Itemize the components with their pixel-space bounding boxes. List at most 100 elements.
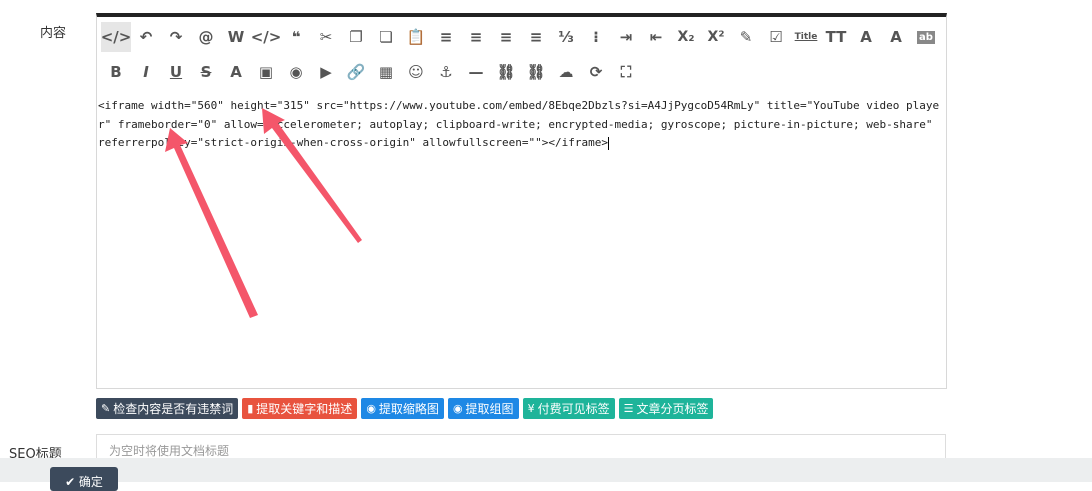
upload-cloud-button[interactable]: ☁ [551,57,581,87]
source-code-button[interactable]: </> [101,22,131,52]
font-family-button[interactable]: A [851,22,881,52]
unlink-button[interactable]: ⛓ [521,57,551,87]
align-left-icon: ≡ [439,28,453,46]
paid-visible-tag-button[interactable]: ¥ 付费可见标签 [522,398,615,419]
paste-button[interactable]: 📋 [401,22,431,52]
copy-button[interactable]: ❐ [341,22,371,52]
select-all-icon: ☑ [769,28,783,46]
font-family-icon: A [860,28,872,46]
pagination-tag-button[interactable]: ☰ 文章分页标签 [618,398,714,419]
pagination-tag-icon: ☰ [623,402,634,415]
image-icon: ▣ [258,63,274,81]
extract-gallery-icon: ◉ [452,402,463,415]
superscript-button[interactable]: X² [701,22,731,52]
mention-button[interactable]: @ [191,22,221,52]
check-banned-words-icon: ✎ [101,402,111,415]
subscript-icon: X₂ [677,29,695,45]
quote-button[interactable]: ❝ [281,22,311,52]
anchor-button[interactable]: ⚓ [431,57,461,87]
undo-button[interactable]: ↶ [131,22,161,52]
extract-keywords-button[interactable]: ▮ 提取关键字和描述 [242,398,358,419]
insert-link-icon: ⛓ [496,63,516,81]
cut-icon: ✂ [319,28,333,46]
format-painter-icon: ✎ [739,28,753,46]
table-button[interactable]: ▦ [371,57,401,87]
emoji-palette-button[interactable]: ◉ [281,57,311,87]
search-replace-icon: ⟳ [589,63,603,81]
format-painter-button[interactable]: ✎ [731,22,761,52]
title-icon: Title [794,32,818,42]
code-button[interactable]: </> [250,22,282,52]
table-icon: ▦ [378,63,394,81]
source-code-icon: </> [100,28,132,46]
editor-toolbar: </> ↶ ↷ @ W </> ❝ ✂ ❐ ❏ 📋 ≡ ≡ ≡ ≡ ⅓ ⁝ ⇥ ⇤ X₂ X² ✎ ☑ Title TT A Aab… [97,17,946,93]
editor-content-area[interactable]: <iframe width="560" height="315" src="ht… [97,97,946,388]
upload-cloud-icon: ☁ [558,63,574,81]
strikethrough-button[interactable]: S [191,57,221,87]
italic-button[interactable]: I [131,57,161,87]
paste-text-icon: ❏ [379,28,393,46]
justify-button[interactable]: ≡ [521,22,551,52]
word-paste-button[interactable]: W [221,22,251,52]
align-right-button[interactable]: ≡ [491,22,521,52]
font-color-icon: A [890,28,902,46]
unordered-list-button[interactable]: ⁝ [581,22,611,52]
bold-button[interactable]: B [101,57,131,87]
horizontal-rule-button[interactable]: — [461,57,491,87]
align-left-button[interactable]: ≡ [431,22,461,52]
emoji-palette-icon: ◉ [289,63,303,81]
underline-button[interactable]: U [161,57,191,87]
extract-thumbnail-icon: ◉ [366,402,376,415]
confirm-button[interactable]: ✔ 确定 [50,467,118,491]
mention-icon: @ [198,28,214,46]
footer-bar [0,458,1092,482]
extract-thumbnail-label: 提取缩略图 [378,402,439,416]
font-size-icon: TT [825,28,847,46]
superscript-icon: X² [707,29,725,45]
video-icon: ▶ [320,63,332,81]
undo-icon: ↶ [139,28,153,46]
video-button[interactable]: ▶ [311,57,341,87]
rich-text-editor[interactable]: </> ↶ ↷ @ W </> ❝ ✂ ❐ ❏ 📋 ≡ ≡ ≡ ≡ ⅓ ⁝ ⇥ ⇤ X₂ X² ✎ ☑ Title TT A Aab… [96,13,947,389]
extract-gallery-button[interactable]: ◉ 提取组图 [447,398,519,419]
check-banned-words-label: 检查内容是否有违禁词 [113,402,234,416]
quote-icon: ❝ [291,28,301,46]
redo-button[interactable]: ↷ [161,22,191,52]
emoticon-button[interactable]: ☺ [401,57,431,87]
cut-button[interactable]: ✂ [311,22,341,52]
background-color-icon: ab [917,30,935,44]
unordered-list-icon: ⁝ [593,28,599,46]
image-button[interactable]: ▣ [251,57,281,87]
content-label: 内容 [40,26,67,41]
paste-text-button[interactable]: ❏ [371,22,401,52]
code-icon: </> [250,28,282,46]
word-paste-icon: W [227,28,245,46]
link-button[interactable]: 🔗 [341,57,371,87]
remove-format-button[interactable]: A [221,57,251,87]
insert-link-button[interactable]: ⛓ [491,57,521,87]
check-banned-words-button[interactable]: ✎ 检查内容是否有违禁词 [96,398,239,419]
link-icon: 🔗 [346,63,366,81]
outdent-button[interactable]: ⇤ [641,22,671,52]
strikethrough-icon: S [200,63,212,81]
background-color-button[interactable]: ab [911,22,941,52]
extract-keywords-icon: ▮ [247,402,254,415]
copy-icon: ❐ [349,28,363,46]
subscript-button[interactable]: X₂ [671,22,701,52]
select-all-button[interactable]: ☑ [761,22,791,52]
title-button[interactable]: Title [791,22,821,52]
font-color-button[interactable]: A [881,22,911,52]
ordered-list-icon: ⅓ [558,28,574,46]
font-size-button[interactable]: TT [821,22,851,52]
indent-button[interactable]: ⇥ [611,22,641,52]
search-replace-button[interactable]: ⟳ [581,57,611,87]
extract-thumbnail-button[interactable]: ◉ 提取缩略图 [361,398,444,419]
toolbar-row-1: </> ↶ ↷ @ W </> ❝ ✂ ❐ ❏ 📋 ≡ ≡ ≡ ≡ ⅓ ⁝ ⇥ ⇤ X₂ X² ✎ ☑ Title TT A Aab [101,22,941,52]
fullscreen-button[interactable]: ⛶ [611,57,641,87]
remove-format-icon: A [230,63,242,81]
redo-icon: ↷ [169,28,183,46]
ordered-list-button[interactable]: ⅓ [551,22,581,52]
text-caret [607,136,609,150]
editor-source-code: <iframe width="560" height="315" src="ht… [98,99,940,149]
align-center-button[interactable]: ≡ [461,22,491,52]
